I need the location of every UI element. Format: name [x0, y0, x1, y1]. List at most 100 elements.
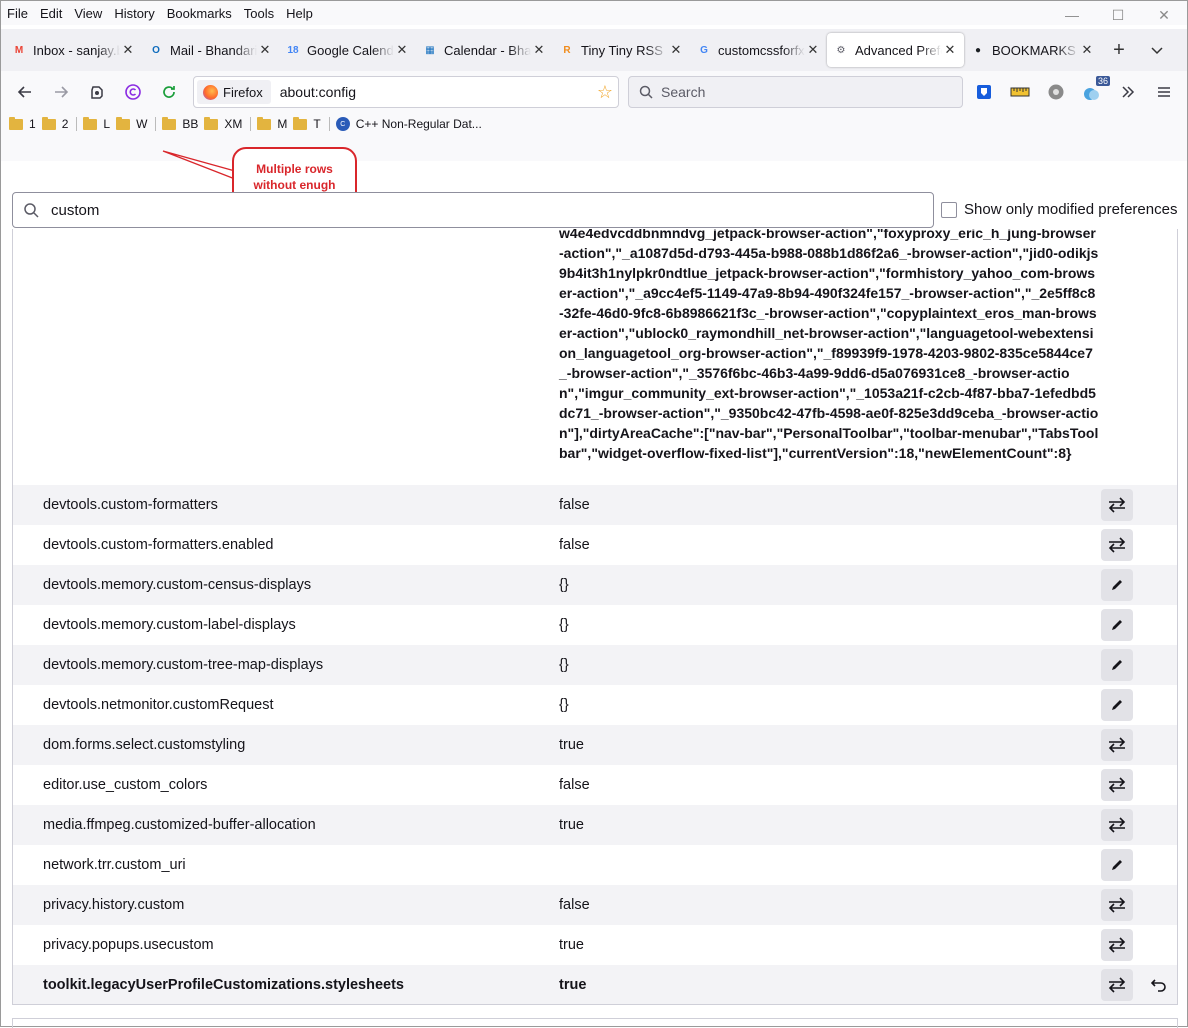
pref-name: devtools.memory.custom-census-displays — [43, 577, 312, 593]
edit-button[interactable] — [1101, 849, 1133, 881]
overflow-menu-button[interactable] — [1114, 78, 1142, 106]
bookmark-separator — [76, 117, 78, 131]
ext-bitwarden-button[interactable] — [970, 78, 998, 106]
close-icon[interactable]: ✕ — [1141, 1, 1187, 29]
menu-edit[interactable]: Edit — [34, 6, 68, 21]
bookmark-folder-5[interactable]: XM — [204, 116, 242, 131]
toggle-button[interactable] — [1101, 889, 1133, 921]
bookmark-label: C++ Non-Regular Dat... — [355, 117, 482, 131]
folder-icon — [293, 116, 308, 130]
pencil-icon — [1112, 620, 1122, 630]
bookmarks-row: 1 2 L W BB XM M T C C++ Non-Regular Dat... — [1, 113, 1187, 135]
tab-close-icon[interactable]: ✕ — [394, 42, 410, 58]
tab-5[interactable]: Gcustomcssforfx ✕ — [690, 33, 827, 67]
menu-history[interactable]: History — [108, 6, 160, 21]
tab-label: Tiny Tiny RSS — [581, 42, 663, 58]
bookmark-folder-0[interactable]: 1 — [9, 116, 36, 131]
ext-ruler-button[interactable] — [1006, 78, 1034, 106]
maximize-icon[interactable]: ☐ — [1095, 1, 1141, 29]
edit-button[interactable] — [1101, 649, 1133, 681]
app-menu-button[interactable] — [1150, 78, 1178, 106]
bookmark-folder-3[interactable]: W — [116, 116, 147, 131]
bookmark-link-8[interactable]: C C++ Non-Regular Dat... — [335, 117, 482, 131]
forward-button[interactable] — [43, 76, 79, 108]
pencil-icon — [1112, 700, 1122, 710]
tab-close-icon[interactable]: ✕ — [257, 42, 273, 58]
pref-row: devtools.memory.custom-census-displays {} — [13, 565, 1177, 605]
tab-close-icon[interactable]: ✕ — [1079, 42, 1095, 58]
checkbox-box[interactable] — [941, 201, 957, 218]
menu-view[interactable]: View — [68, 6, 108, 21]
edit-button[interactable] — [1101, 609, 1133, 641]
pref-row: devtools.memory.custom-tree-map-displays… — [13, 645, 1177, 685]
tab-3[interactable]: ▦ Calendar - Bhan ✕ — [416, 33, 553, 67]
folder-icon — [41, 116, 56, 130]
folder-icon — [83, 116, 98, 130]
pref-row: dom.forms.select.customstyling true — [13, 725, 1177, 765]
ext-weather-button[interactable]: 36 — [1078, 76, 1110, 106]
bookmark-separator — [155, 117, 157, 131]
bookmark-folder-4[interactable]: BB — [162, 116, 198, 131]
toggle-button[interactable] — [1101, 809, 1133, 841]
bookmark-folder-6[interactable]: M — [257, 116, 287, 131]
identity-box[interactable]: Firefox — [197, 80, 271, 104]
menu-bookmarks[interactable]: Bookmarks — [161, 6, 238, 21]
pref-row: devtools.netmonitor.customRequest {} — [13, 685, 1177, 725]
tab-1[interactable]: O Mail - Bhandari ✕ — [142, 33, 279, 67]
extension-button[interactable] — [79, 76, 115, 108]
tab-close-icon[interactable]: ✕ — [531, 42, 547, 58]
folder-icon — [116, 116, 131, 130]
bookmark-star-icon[interactable]: ☆ — [592, 82, 618, 103]
bookmark-folder-2[interactable]: L — [83, 116, 110, 131]
menu-bar: File Edit View History Bookmarks Tools H… — [1, 1, 1187, 25]
edit-button[interactable] — [1101, 569, 1133, 601]
list-tabs-chevron-down-icon[interactable] — [1139, 33, 1175, 67]
bookmark-folder-7[interactable]: T — [293, 116, 321, 131]
copyright-extension-button[interactable] — [115, 76, 151, 108]
reload-button[interactable] — [151, 76, 187, 108]
pref-name: editor.use_custom_colors — [43, 777, 208, 793]
pref-search-input[interactable]: custom — [12, 192, 934, 228]
tab-close-icon[interactable]: ✕ — [120, 42, 136, 58]
menu-help[interactable]: Help — [280, 6, 319, 21]
gear-icon: ⚙ — [836, 44, 846, 56]
reset-button[interactable] — [1143, 969, 1175, 1001]
tab-0[interactable]: M Inbox - sanjay.b ✕ — [5, 33, 142, 67]
toggle-button[interactable] — [1101, 929, 1133, 961]
search-icon — [639, 85, 653, 99]
menu-tools[interactable]: Tools — [238, 6, 280, 21]
toggle-button[interactable] — [1101, 489, 1133, 521]
tab-4[interactable]: R Tiny Tiny RSS ✕ — [553, 33, 690, 67]
bookmark-folder-1[interactable]: 2 — [41, 116, 68, 131]
search-bar[interactable]: Search — [628, 76, 963, 108]
url-text[interactable]: about:config — [280, 84, 592, 100]
toggle-button[interactable] — [1101, 969, 1133, 1001]
toggle-button[interactable] — [1101, 769, 1133, 801]
search-placeholder: Search — [661, 84, 706, 100]
edit-button[interactable] — [1101, 689, 1133, 721]
menu-file[interactable]: File — [1, 6, 34, 21]
toggle-arrows-icon — [1108, 777, 1126, 793]
tab-label: Mail - Bhandari — [170, 42, 257, 58]
minimize-icon[interactable]: — — [1049, 1, 1095, 29]
folder-icon — [162, 116, 177, 130]
tab-7[interactable]: ● BOOKMARKS Ti✕ — [964, 33, 1101, 67]
tab-close-icon[interactable]: ✕ — [805, 42, 821, 58]
toggle-arrows-icon — [1108, 977, 1126, 993]
show-modified-checkbox[interactable]: Show only modified preferences — [941, 201, 1177, 218]
bookmark-separator — [328, 117, 330, 131]
tab-label: Inbox - sanjay.b — [33, 42, 120, 58]
ext-ublock-button[interactable] — [1042, 78, 1070, 106]
pref-name: devtools.custom-formatters.enabled — [43, 537, 274, 553]
toggle-button[interactable] — [1101, 729, 1133, 761]
tab-close-icon[interactable]: ✕ — [942, 42, 958, 58]
tab-6[interactable]: ⚙ Advanced Prefer✕ — [827, 33, 964, 67]
url-bar[interactable]: Firefox about:config ☆ — [193, 76, 619, 108]
tab-close-icon[interactable]: ✕ — [668, 42, 684, 58]
new-tab-plus-icon[interactable]: + — [1101, 33, 1137, 67]
tab-2[interactable]: 18 Google Calendar✕ — [279, 33, 416, 67]
pref-row: devtools.custom-formatters false — [13, 485, 1177, 525]
back-button[interactable] — [7, 76, 43, 108]
pref-name: devtools.custom-formatters — [43, 497, 218, 513]
toggle-button[interactable] — [1101, 529, 1133, 561]
